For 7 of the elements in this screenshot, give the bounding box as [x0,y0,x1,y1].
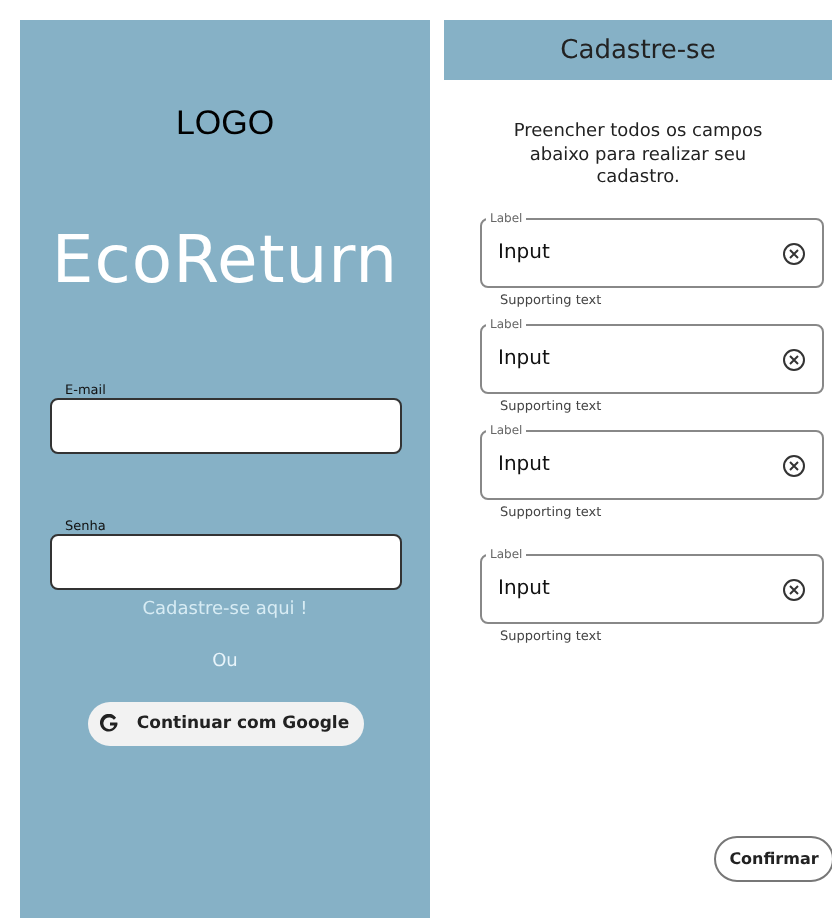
intro-text: Preencher todos os campos abaixo para realizar seu cadastro. [511,122,765,191]
confirm-button[interactable]: Confirmar [714,835,832,881]
google-sign-in-button[interactable]: Continuar com Google [87,702,363,746]
app-title: EcoReturn [51,220,399,298]
page-header: Cadastre-se [444,20,832,80]
separator-text: Ou [212,652,238,672]
logo-text: LOGO [175,104,275,144]
